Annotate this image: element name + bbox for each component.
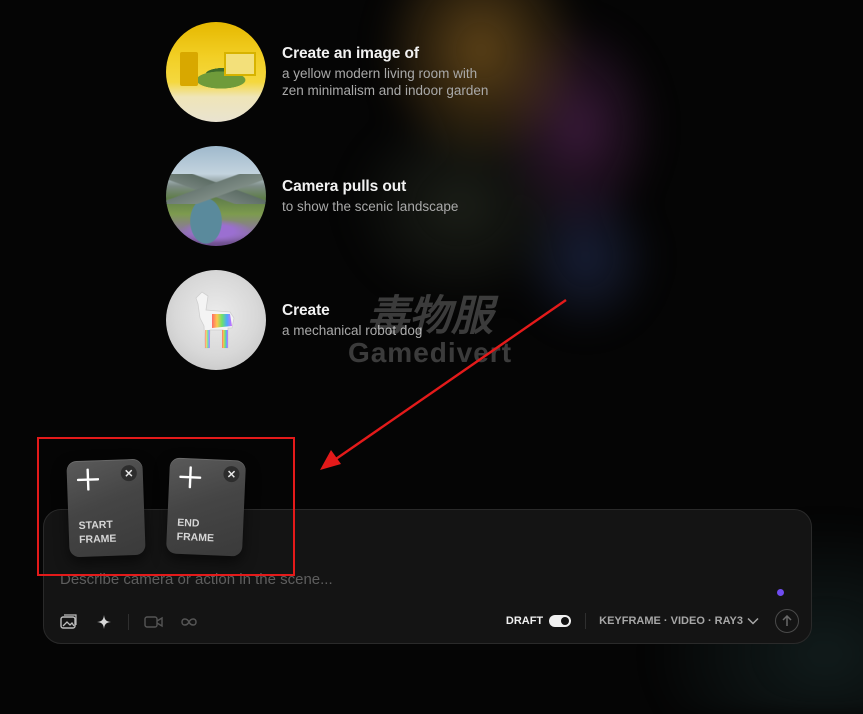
suggestion-thumbnail-robot-dog <box>166 270 266 370</box>
suggestion-robot-dog[interactable]: Create a mechanical robot dog <box>166 270 422 370</box>
image-icon <box>60 614 77 629</box>
prompt-composer: DRAFT KEYFRAME · VIDEO · RAY3 <box>43 509 812 644</box>
end-frame-card[interactable]: END FRAME <box>165 457 247 557</box>
sparkle-icon <box>97 615 111 629</box>
suggestion-title: Create an image of <box>282 45 419 62</box>
start-frame-label: START FRAME <box>78 518 117 546</box>
suggestion-thumbnail-living-room <box>166 22 266 122</box>
video-camera-icon <box>144 616 163 628</box>
suggestion-subtitle: to show the scenic landscape <box>282 198 459 214</box>
suggestion-subtitle: a yellow modern living room with zen min… <box>282 65 488 99</box>
model-selector[interactable]: KEYFRAME · VIDEO · RAY3 <box>599 615 743 627</box>
subtitle-line: a yellow modern living room with <box>282 66 478 81</box>
close-icon <box>125 469 133 477</box>
sparkle-button[interactable] <box>93 611 115 633</box>
robot-dog-icon <box>195 291 235 349</box>
remove-end-frame-button[interactable] <box>223 465 240 483</box>
subtitle-line: zen minimalism and indoor garden <box>282 83 489 98</box>
remove-start-frame-button[interactable] <box>120 464 138 482</box>
suggestion-title: Create <box>282 301 330 319</box>
toolbar-divider <box>585 613 587 629</box>
chevron-down-icon[interactable] <box>747 617 759 625</box>
suggestion-title: Camera pulls out <box>282 177 407 195</box>
close-icon <box>227 470 236 478</box>
infinity-icon <box>181 618 197 626</box>
start-frame-card[interactable]: START FRAME <box>66 458 146 558</box>
draft-toggle[interactable] <box>549 615 572 627</box>
end-frame-label: END FRAME <box>176 516 215 545</box>
suggestion-subtitle: a mechanical robot dog <box>282 322 423 338</box>
suggestion-living-room[interactable]: Create an image of a yellow modern livin… <box>166 22 488 122</box>
arrow-up-icon <box>782 615 792 626</box>
toolbar-divider <box>128 614 129 630</box>
plus-icon <box>179 466 202 489</box>
suggestion-thumbnail-landscape <box>166 146 266 246</box>
composer-toolbar-right: DRAFT KEYFRAME · VIDEO · RAY3 <box>506 609 799 633</box>
plus-icon <box>76 468 100 491</box>
video-button[interactable] <box>143 611 165 633</box>
suggestion-landscape[interactable]: Camera pulls out to show the scenic land… <box>166 146 458 246</box>
submit-button[interactable] <box>775 609 799 633</box>
status-dot <box>777 589 784 596</box>
loop-button[interactable] <box>178 611 200 633</box>
composer-toolbar-left <box>58 611 213 633</box>
draft-label: DRAFT <box>505 615 544 627</box>
image-upload-button[interactable] <box>58 611 80 633</box>
prompt-input[interactable] <box>60 566 660 592</box>
